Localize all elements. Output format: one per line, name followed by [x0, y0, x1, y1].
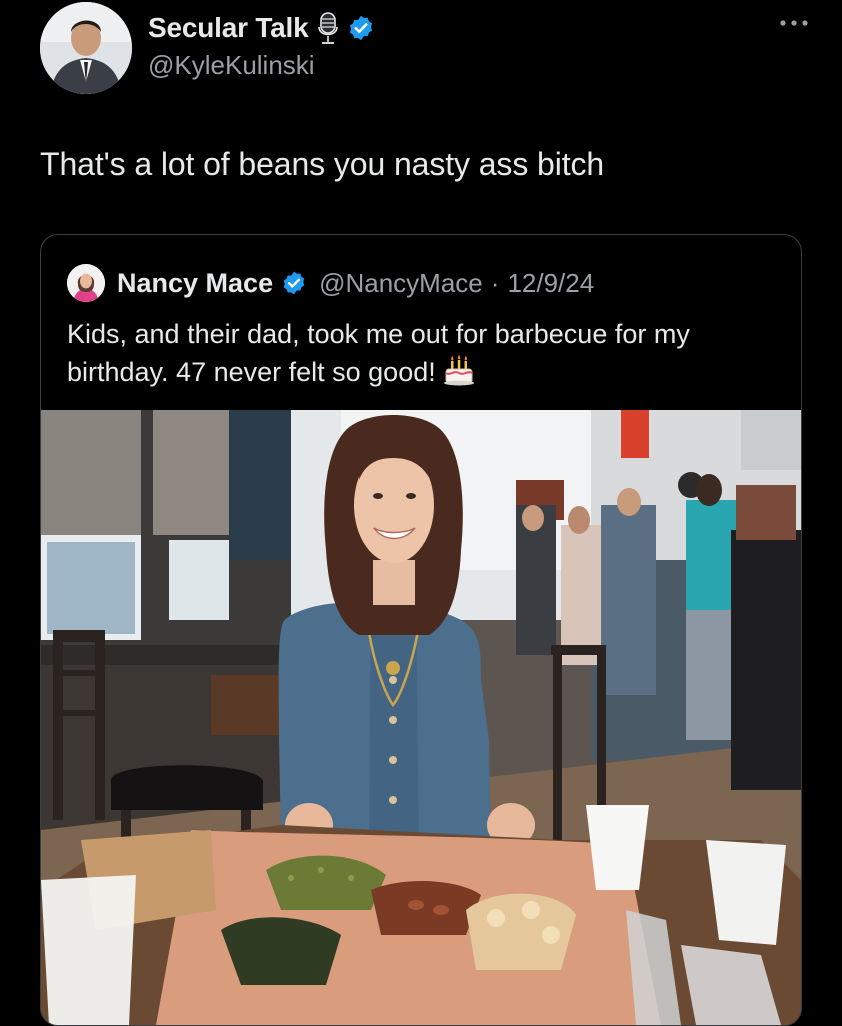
quoted-tweet-date[interactable]: 12/9/24 [507, 268, 594, 299]
author-line: Secular Talk [148, 8, 375, 48]
quoted-tweet-photo[interactable] [41, 410, 801, 1025]
restaurant-photo-illustration [41, 410, 801, 1025]
microphone-icon [317, 11, 339, 45]
author-handle[interactable]: @KyleKulinski [148, 50, 315, 81]
quoted-author-handle[interactable]: @NancyMace [319, 268, 483, 299]
quoted-meta-separator: · [490, 267, 500, 298]
verified-badge-icon [347, 14, 375, 42]
tweet-text: That's a lot of beans you nasty ass bitc… [40, 146, 605, 182]
quoted-verified-badge-icon [281, 270, 307, 296]
quoted-tweet-text: Kids, and their dad, took me out for bar… [67, 319, 690, 387]
author-avatar-image [40, 2, 132, 94]
quoted-author-display-name[interactable]: Nancy Mace [117, 268, 273, 299]
quoted-tweet-header: Nancy Mace @NancyMace · 12/9/24 [67, 263, 594, 303]
quoted-tweet-card[interactable]: Nancy Mace @NancyMace · 12/9/24 Kids, an… [40, 234, 802, 1026]
more-options-icon[interactable] [774, 8, 814, 38]
quoted-tweet-text-block: Kids, and their dad, took me out for bar… [67, 315, 767, 397]
tweet: Secular Talk @KyleKulinski That's a lot … [0, 0, 842, 1026]
author-display-name[interactable]: Secular Talk [148, 12, 309, 44]
quoted-author-avatar-image [67, 264, 105, 302]
author-avatar[interactable] [40, 2, 132, 94]
quoted-author-avatar[interactable] [67, 264, 105, 302]
birthday-cake-icon [442, 353, 476, 397]
